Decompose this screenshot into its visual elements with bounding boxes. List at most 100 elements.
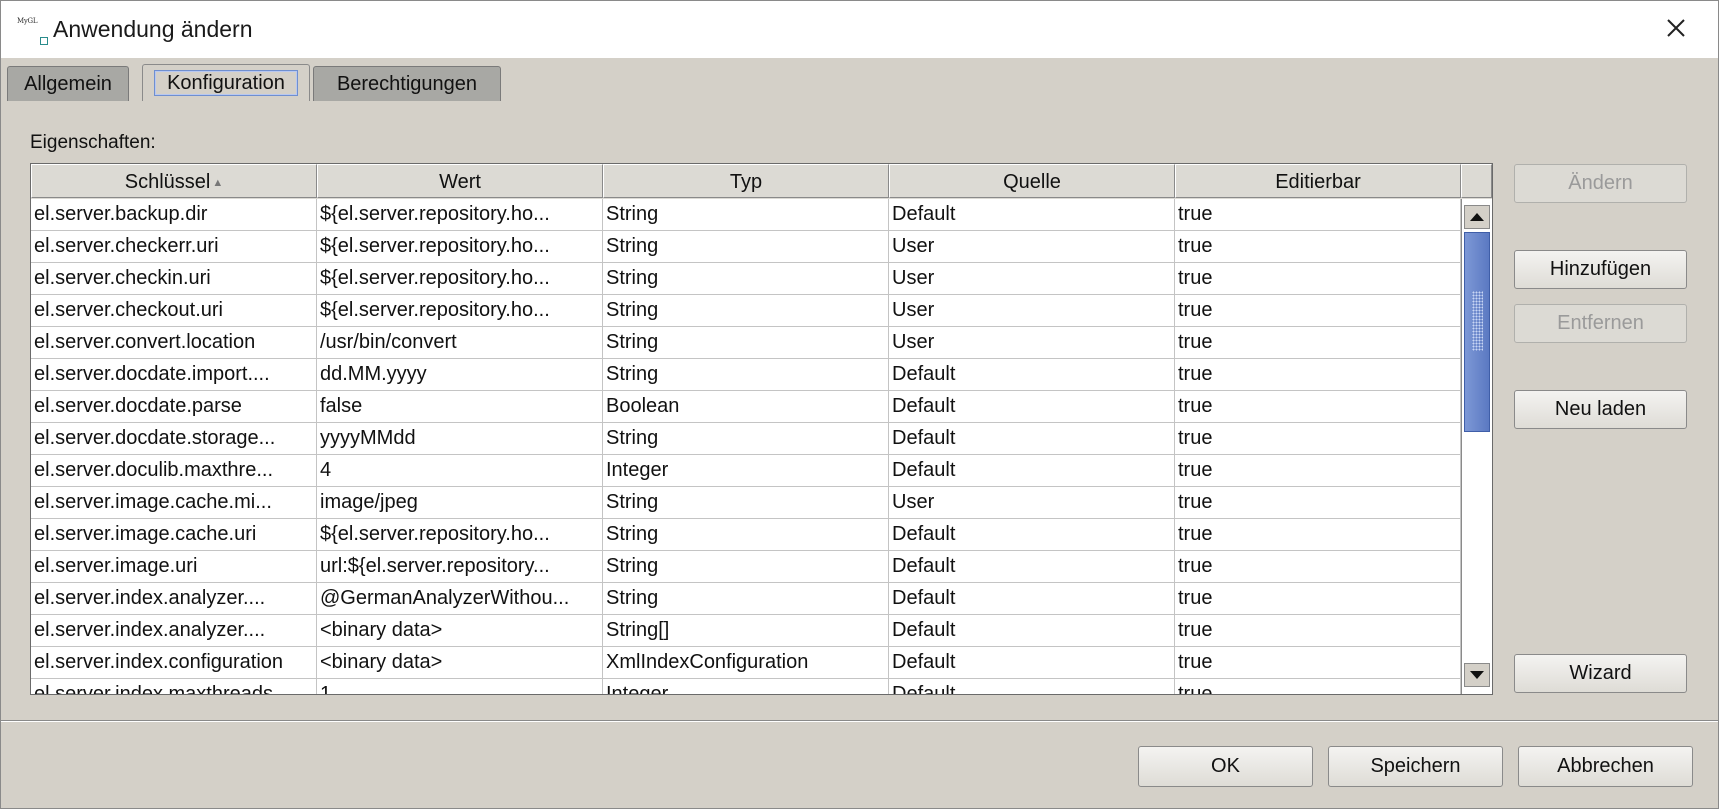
cell-schluessel: el.server.docdate.storage... — [31, 423, 317, 455]
table-row[interactable]: el.server.doculib.maxthre... 4 Integer Defa… — [31, 455, 1461, 487]
cell-typ: XmlIndexConfiguration — [603, 647, 889, 679]
tab-konfiguration[interactable]: Konfiguration — [142, 64, 310, 101]
table-row[interactable]: el.server.image.cache.mi... image/jpeg Str… — [31, 487, 1461, 519]
table-row[interactable]: el.server.docdate.parse false Boolean Defau… — [31, 391, 1461, 423]
cell-schluessel: el.server.index.maxthreads — [31, 679, 317, 694]
cell-wert: ${el.server.repository.ho... — [317, 263, 603, 295]
column-header-wert[interactable]: Wert — [317, 164, 603, 198]
cell-editierbar: true — [1175, 359, 1461, 391]
cell-quelle: Default — [889, 455, 1175, 487]
cell-quelle: Default — [889, 551, 1175, 583]
neu-laden-button[interactable]: Neu laden — [1514, 390, 1687, 429]
cell-wert: false — [317, 391, 603, 423]
tab-allgemein[interactable]: Allgemein — [7, 66, 129, 101]
cell-schluessel: el.server.index.analyzer.... — [31, 615, 317, 647]
table-row[interactable]: el.server.backup.dir ${el.server.reposito… — [31, 199, 1461, 231]
table-row[interactable]: el.server.convert.location/usr/bin/conve… — [31, 327, 1461, 359]
table-row[interactable]: el.server.image.cache.uri ${el.server.rep… — [31, 519, 1461, 551]
cell-wert: <binary data> — [317, 647, 603, 679]
cell-editierbar: true — [1175, 679, 1461, 694]
table-row[interactable]: el.server.checkout.uri ${el.server.reposi… — [31, 295, 1461, 327]
cell-quelle: Default — [889, 647, 1175, 679]
cancel-button[interactable]: Abbrechen — [1518, 746, 1693, 787]
cell-quelle: User — [889, 327, 1175, 359]
cell-quelle: Default — [889, 615, 1175, 647]
table-row[interactable]: el.server.index.analyzer.... <binary data… — [31, 615, 1461, 647]
cell-editierbar: true — [1175, 519, 1461, 551]
cell-schluessel: el.server.checkout.uri — [31, 295, 317, 327]
cell-editierbar: true — [1175, 295, 1461, 327]
cell-quelle: User — [889, 231, 1175, 263]
cell-editierbar: true — [1175, 391, 1461, 423]
scroll-down-icon[interactable] — [1464, 663, 1490, 687]
cell-schluessel: el.server.checkerr.uri — [31, 231, 317, 263]
tab-label: Allgemein — [24, 73, 112, 95]
table-row[interactable]: el.server.checkerr.uri ${el.server.reposi… — [31, 231, 1461, 263]
tab-label: Berechtigungen — [336, 73, 478, 95]
scroll-up-icon[interactable] — [1464, 205, 1490, 229]
vertical-scrollbar[interactable] — [1461, 199, 1492, 694]
hinzufuegen-button[interactable]: Hinzufügen — [1514, 250, 1687, 289]
scroll-grip-icon — [1472, 291, 1483, 351]
app-logo-text: MyGL — [17, 17, 38, 25]
wizard-button[interactable]: Wizard — [1514, 654, 1687, 693]
ok-button[interactable]: OK — [1138, 746, 1313, 787]
tab-label: Konfiguration — [154, 70, 298, 96]
scroll-thumb[interactable] — [1464, 232, 1490, 432]
table-row[interactable]: el.server.index.configuration <binary dat… — [31, 647, 1461, 679]
cell-schluessel: el.server.image.cache.uri — [31, 519, 317, 551]
cell-wert: image/jpeg — [317, 487, 603, 519]
column-header-quelle[interactable]: Quelle — [889, 164, 1175, 198]
column-header-editierbar[interactable]: Editierbar — [1175, 164, 1461, 198]
cell-schluessel: el.server.backup.dir — [31, 199, 317, 231]
save-button[interactable]: Speichern — [1328, 746, 1503, 787]
cell-editierbar: true — [1175, 583, 1461, 615]
cell-typ: String — [603, 199, 889, 231]
app-logo-mark — [40, 37, 48, 45]
entfernen-button[interactable]: Entfernen — [1514, 304, 1687, 343]
cell-schluessel: el.server.doculib.maxthre... — [31, 455, 317, 487]
tab-berechtigungen[interactable]: Berechtigungen — [313, 66, 501, 101]
table-row[interactable]: el.server.image.uri url:${el.server.repos… — [31, 551, 1461, 583]
properties-table: Schlüssel ▲ Wert Typ Quelle Editierbar el… — [30, 163, 1493, 695]
cell-quelle: User — [889, 487, 1175, 519]
table-row[interactable]: el.server.checkin.uri ${el.server.reposit… — [31, 263, 1461, 295]
cell-wert: ${el.server.repository.ho... — [317, 231, 603, 263]
column-header-schluessel[interactable]: Schlüssel ▲ — [31, 164, 317, 198]
cell-typ: Integer — [603, 455, 889, 487]
table-row[interactable]: el.server.index.maxthreads 1 Integer Defaul… — [31, 679, 1461, 694]
cell-editierbar: true — [1175, 647, 1461, 679]
cell-typ: String — [603, 359, 889, 391]
table-row[interactable]: el.server.index.analyzer.... @GermanAnaly… — [31, 583, 1461, 615]
cell-quelle: Default — [889, 199, 1175, 231]
cell-editierbar: true — [1175, 615, 1461, 647]
cell-wert: ${el.server.repository.ho... — [317, 519, 603, 551]
app-logo-icon: MyGL — [17, 15, 49, 47]
close-icon[interactable] — [1661, 13, 1691, 43]
table-row[interactable]: el.server.docdate.storage... yyyyMMdd Stri… — [31, 423, 1461, 455]
cell-editierbar: true — [1175, 199, 1461, 231]
properties-label: Eigenschaften: — [30, 132, 156, 153]
cell-editierbar: true — [1175, 231, 1461, 263]
cell-typ: Boolean — [603, 391, 889, 423]
aendern-button[interactable]: Ändern — [1514, 164, 1687, 203]
table-row[interactable]: el.server.docdate.import.... dd.MM.yyyy St… — [31, 359, 1461, 391]
cell-typ: String — [603, 423, 889, 455]
cell-typ: String — [603, 295, 889, 327]
cell-wert: dd.MM.yyyy — [317, 359, 603, 391]
sort-ascending-icon: ▲ — [212, 176, 224, 189]
title-bar: MyGL Anwendung ändern — [1, 1, 1718, 58]
cell-editierbar: true — [1175, 263, 1461, 295]
column-header-corner — [1461, 164, 1492, 198]
cell-editierbar: true — [1175, 423, 1461, 455]
cell-schluessel: el.server.image.cache.mi... — [31, 487, 317, 519]
cell-wert: yyyyMMdd — [317, 423, 603, 455]
cell-quelle: Default — [889, 519, 1175, 551]
cell-quelle: Default — [889, 679, 1175, 694]
cell-typ: String — [603, 263, 889, 295]
cell-typ: Integer — [603, 679, 889, 694]
cell-quelle: Default — [889, 359, 1175, 391]
cell-schluessel: el.server.index.analyzer.... — [31, 583, 317, 615]
column-header-typ[interactable]: Typ — [603, 164, 889, 198]
cell-typ: String — [603, 519, 889, 551]
